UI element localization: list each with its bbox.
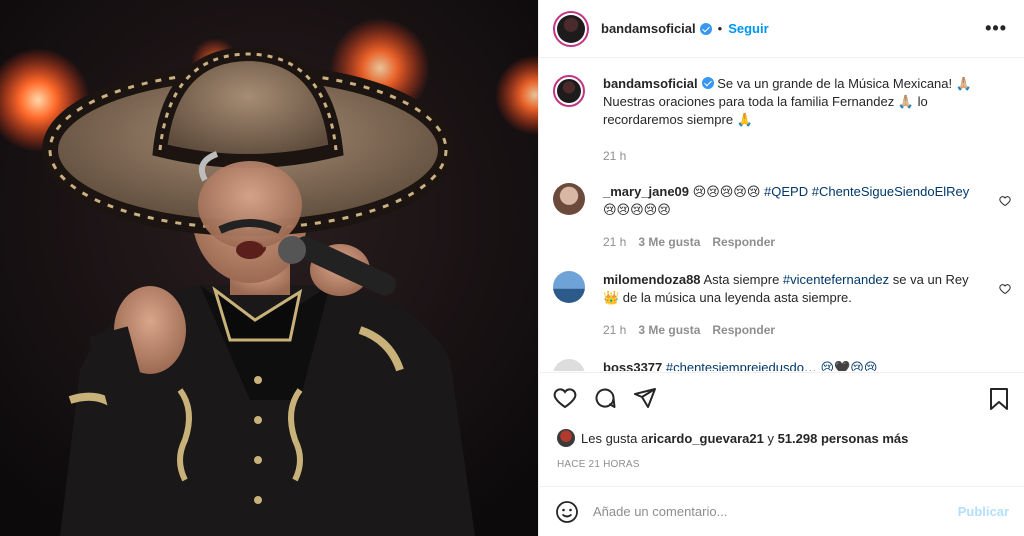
comments-list[interactable]: bandamsoficial Se va un grande de la Mús…: [539, 59, 1024, 371]
comment-likes[interactable]: 3 Me gusta: [638, 321, 700, 339]
post-actions: Les gusta a ricardo_guevara21 y 51.298 p…: [539, 372, 1024, 486]
save-bookmark-icon[interactable]: [989, 387, 1009, 411]
comment-bubble-icon[interactable]: [593, 386, 617, 410]
reply-button[interactable]: Responder: [712, 233, 775, 251]
verified-badge-icon: [701, 77, 714, 89]
author-avatar[interactable]: [553, 10, 589, 47]
like-comment-heart-icon[interactable]: [999, 195, 1011, 207]
comment-item: _mary_jane09 😢😢😢😢😢 #QEPD #ChenteSigueSie…: [553, 183, 983, 251]
reply-button[interactable]: Responder: [712, 321, 775, 339]
comment-item: milomendoza88 Asta siempre #vicenteferna…: [553, 271, 983, 339]
comment-time[interactable]: 21 h: [603, 233, 626, 251]
comment-text-prefix: Asta siempre: [703, 272, 783, 287]
comment-text-suffix: 😢😢😢😢😢: [603, 202, 671, 217]
separator-dot: •: [717, 21, 723, 36]
post-side-panel: bandamsoficial • Seguir ••• bandamsofici…: [538, 0, 1024, 536]
post-header: bandamsoficial • Seguir •••: [539, 0, 1024, 58]
liker-avatar: [557, 429, 575, 447]
comment-meta: 21 h 3 Me gusta Responder: [603, 321, 983, 339]
commenter-username[interactable]: milomendoza88: [603, 272, 701, 287]
commenter-avatar[interactable]: [553, 271, 585, 303]
like-comment-heart-icon[interactable]: [999, 283, 1011, 295]
caption: bandamsoficial Se va un grande de la Mús…: [553, 75, 983, 165]
post-timestamp[interactable]: HACE 21 HORAS: [557, 459, 640, 470]
hashtag-link[interactable]: #vicentefernandez: [783, 272, 889, 287]
commenter-avatar[interactable]: [553, 183, 585, 215]
action-icons: [553, 386, 657, 410]
comment-time[interactable]: 21 h: [603, 321, 626, 339]
singer-photo-illustration: [0, 0, 538, 536]
more-options-icon[interactable]: •••: [985, 18, 1007, 39]
comment-meta: 21 h 3 Me gusta Responder: [603, 233, 983, 251]
publish-button[interactable]: Publicar: [958, 504, 1009, 519]
verified-badge-icon: [699, 22, 712, 35]
emoji-smiley-icon[interactable]: [555, 500, 579, 524]
comment-body: milomendoza88 Asta siempre #vicenteferna…: [603, 271, 983, 339]
comment-likes[interactable]: 3 Me gusta: [638, 233, 700, 251]
liker-username[interactable]: ricardo_guevara21: [648, 431, 764, 446]
post-photo[interactable]: [0, 0, 538, 536]
caption-body: bandamsoficial Se va un grande de la Mús…: [603, 75, 983, 165]
comment-input[interactable]: [593, 504, 933, 519]
instagram-post-view: bandamsoficial • Seguir ••• bandamsofici…: [0, 0, 1024, 536]
follow-button[interactable]: Seguir: [728, 21, 768, 36]
likes-summary[interactable]: Les gusta a ricardo_guevara21 y 51.298 p…: [557, 429, 908, 447]
likes-count[interactable]: 51.298 personas más: [778, 431, 909, 446]
author-line: bandamsoficial • Seguir: [601, 21, 769, 36]
caption-username[interactable]: bandamsoficial: [603, 76, 698, 91]
hashtag-link[interactable]: #ChenteSigueSiendoElRey: [812, 184, 970, 199]
comment-text: #chentesiempreiedusdo… 😢🖤😢😢: [665, 360, 878, 371]
comment-item: boss3377 #chentesiempreiedusdo… 😢🖤😢😢: [553, 359, 983, 371]
share-paper-plane-icon[interactable]: [633, 386, 657, 410]
comment-text-prefix: 😢😢😢😢😢: [692, 184, 765, 199]
comment-body: boss3377 #chentesiempreiedusdo… 😢🖤😢😢: [603, 359, 983, 371]
commenter-avatar[interactable]: [553, 359, 585, 371]
comment-composer: Publicar: [539, 486, 1024, 536]
caption-avatar[interactable]: [553, 75, 585, 107]
commenter-username[interactable]: _mary_jane09: [603, 184, 689, 199]
likes-prefix: Les gusta a: [581, 430, 649, 446]
author-username[interactable]: bandamsoficial: [601, 21, 696, 36]
hashtag-link[interactable]: #QEPD: [764, 184, 808, 199]
comment-body: _mary_jane09 😢😢😢😢😢 #QEPD #ChenteSigueSie…: [603, 183, 983, 251]
caption-time[interactable]: 21 h: [603, 147, 626, 165]
like-heart-icon[interactable]: [553, 386, 577, 410]
likes-middle: y: [763, 430, 778, 446]
commenter-username[interactable]: boss3377: [603, 360, 662, 371]
caption-meta: 21 h: [603, 147, 983, 165]
